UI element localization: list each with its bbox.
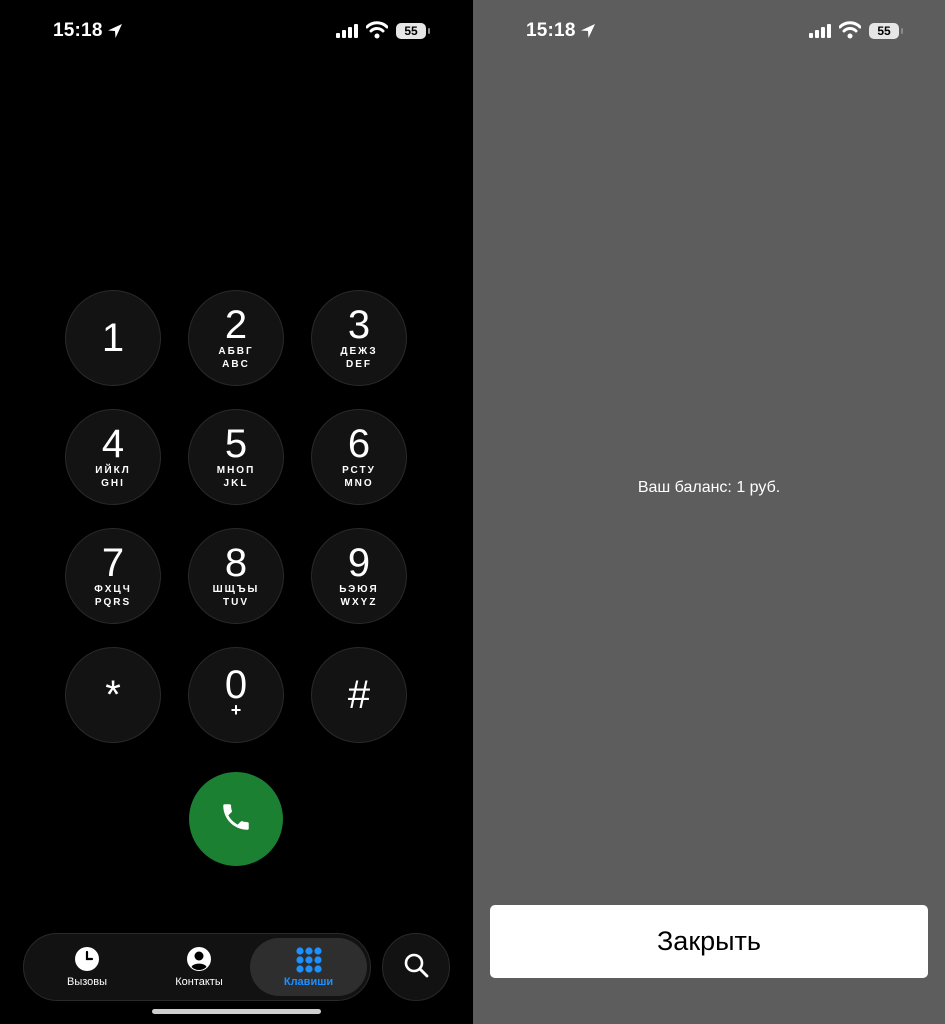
key-letters-ru: ИЙКЛ — [95, 465, 131, 476]
location-arrow-icon — [580, 23, 596, 44]
key-letters-ru: РСТУ — [342, 465, 376, 476]
key-letters-ru: АБВГ — [218, 346, 254, 357]
key-letters-en: PQRS — [94, 597, 132, 608]
balance-screen: 15:18 55 Ваш баланс: 1 руб. Закрыть — [473, 0, 945, 1024]
key-9[interactable]: 9 ЬЭЮЯ WXYZ — [311, 528, 407, 624]
key-digit: * — [105, 673, 121, 717]
key-1[interactable]: 1 — [65, 290, 161, 386]
dialer-screen: 15:18 55 1 2 АБВГ ABC 3 ДЕЖЗ DEF 4 ИЙКЛ … — [0, 0, 473, 1024]
status-bar: 15:18 55 — [473, 18, 945, 46]
search-icon — [403, 952, 429, 983]
key-digit: 4 — [101, 422, 125, 466]
search-button[interactable] — [382, 933, 450, 1001]
key-star[interactable]: * — [65, 647, 161, 743]
key-2[interactable]: 2 АБВГ ABC — [188, 290, 284, 386]
key-4[interactable]: 4 ИЙКЛ GHI — [65, 409, 161, 505]
status-bar: 15:18 55 — [0, 18, 473, 46]
key-digit: # — [347, 673, 371, 717]
balance-message: Ваш баланс: 1 руб. — [637, 479, 781, 496]
tab-label: Вызовы — [66, 976, 108, 988]
tab-keypad[interactable]: Клавиши — [250, 938, 367, 996]
battery-indicator: 55 — [869, 23, 903, 39]
tab-bar: Вызовы Контакты Клавиши — [23, 933, 371, 1001]
key-digit: 3 — [347, 303, 371, 347]
tab-contacts[interactable]: Контакты — [144, 934, 254, 1000]
key-3[interactable]: 3 ДЕЖЗ DEF — [311, 290, 407, 386]
key-letters-ru: ШЩЪЫ — [212, 584, 260, 595]
person-circle-icon — [186, 946, 212, 977]
wifi-icon — [365, 21, 389, 44]
key-letters-en: JKL — [223, 478, 249, 489]
status-time: 15:18 — [53, 20, 103, 41]
key-digit: 7 — [101, 541, 125, 585]
key-digit: 9 — [347, 541, 371, 585]
tab-label: Клавиши — [283, 976, 334, 988]
key-8[interactable]: 8 ШЩЪЫ TUV — [188, 528, 284, 624]
call-button[interactable] — [189, 772, 283, 866]
tab-label: Контакты — [175, 976, 223, 988]
battery-indicator: 55 — [396, 23, 430, 39]
key-letters-ru: МНОП — [216, 465, 256, 476]
key-plus: + — [230, 700, 242, 720]
key-letters-en: WXYZ — [340, 597, 378, 608]
key-letters-ru: ДЕЖЗ — [340, 346, 378, 357]
key-0[interactable]: 0 + — [188, 647, 284, 743]
key-letters-en: ABC — [222, 359, 250, 370]
key-5[interactable]: 5 МНОП JKL — [188, 409, 284, 505]
key-6[interactable]: 6 РСТУ MNO — [311, 409, 407, 505]
key-letters-en: MNO — [344, 478, 374, 489]
location-arrow-icon — [107, 23, 123, 44]
key-digit: 0 — [224, 663, 248, 707]
clock-icon — [74, 946, 100, 977]
key-hash[interactable]: # — [311, 647, 407, 743]
cellular-signal-icon — [809, 24, 833, 43]
cellular-signal-icon — [336, 24, 360, 43]
wifi-icon — [838, 21, 862, 44]
keypad-icon — [295, 946, 323, 979]
phone-icon — [219, 800, 253, 839]
key-letters-en: DEF — [346, 359, 372, 370]
key-letters-en: TUV — [223, 597, 249, 608]
key-letters-ru: ФХЦЧ — [94, 584, 132, 595]
key-digit: 1 — [101, 316, 125, 360]
key-letters-ru: ЬЭЮЯ — [339, 584, 379, 595]
home-indicator[interactable] — [152, 1009, 321, 1014]
key-digit: 6 — [347, 422, 371, 466]
tab-calls[interactable]: Вызовы — [32, 934, 142, 1000]
key-letters-en: GHI — [101, 478, 125, 489]
key-digit: 5 — [224, 422, 248, 466]
status-time: 15:18 — [526, 20, 576, 41]
close-button[interactable]: Закрыть — [490, 905, 928, 978]
key-digit: 8 — [224, 541, 248, 585]
key-7[interactable]: 7 ФХЦЧ PQRS — [65, 528, 161, 624]
key-digit: 2 — [224, 303, 248, 347]
